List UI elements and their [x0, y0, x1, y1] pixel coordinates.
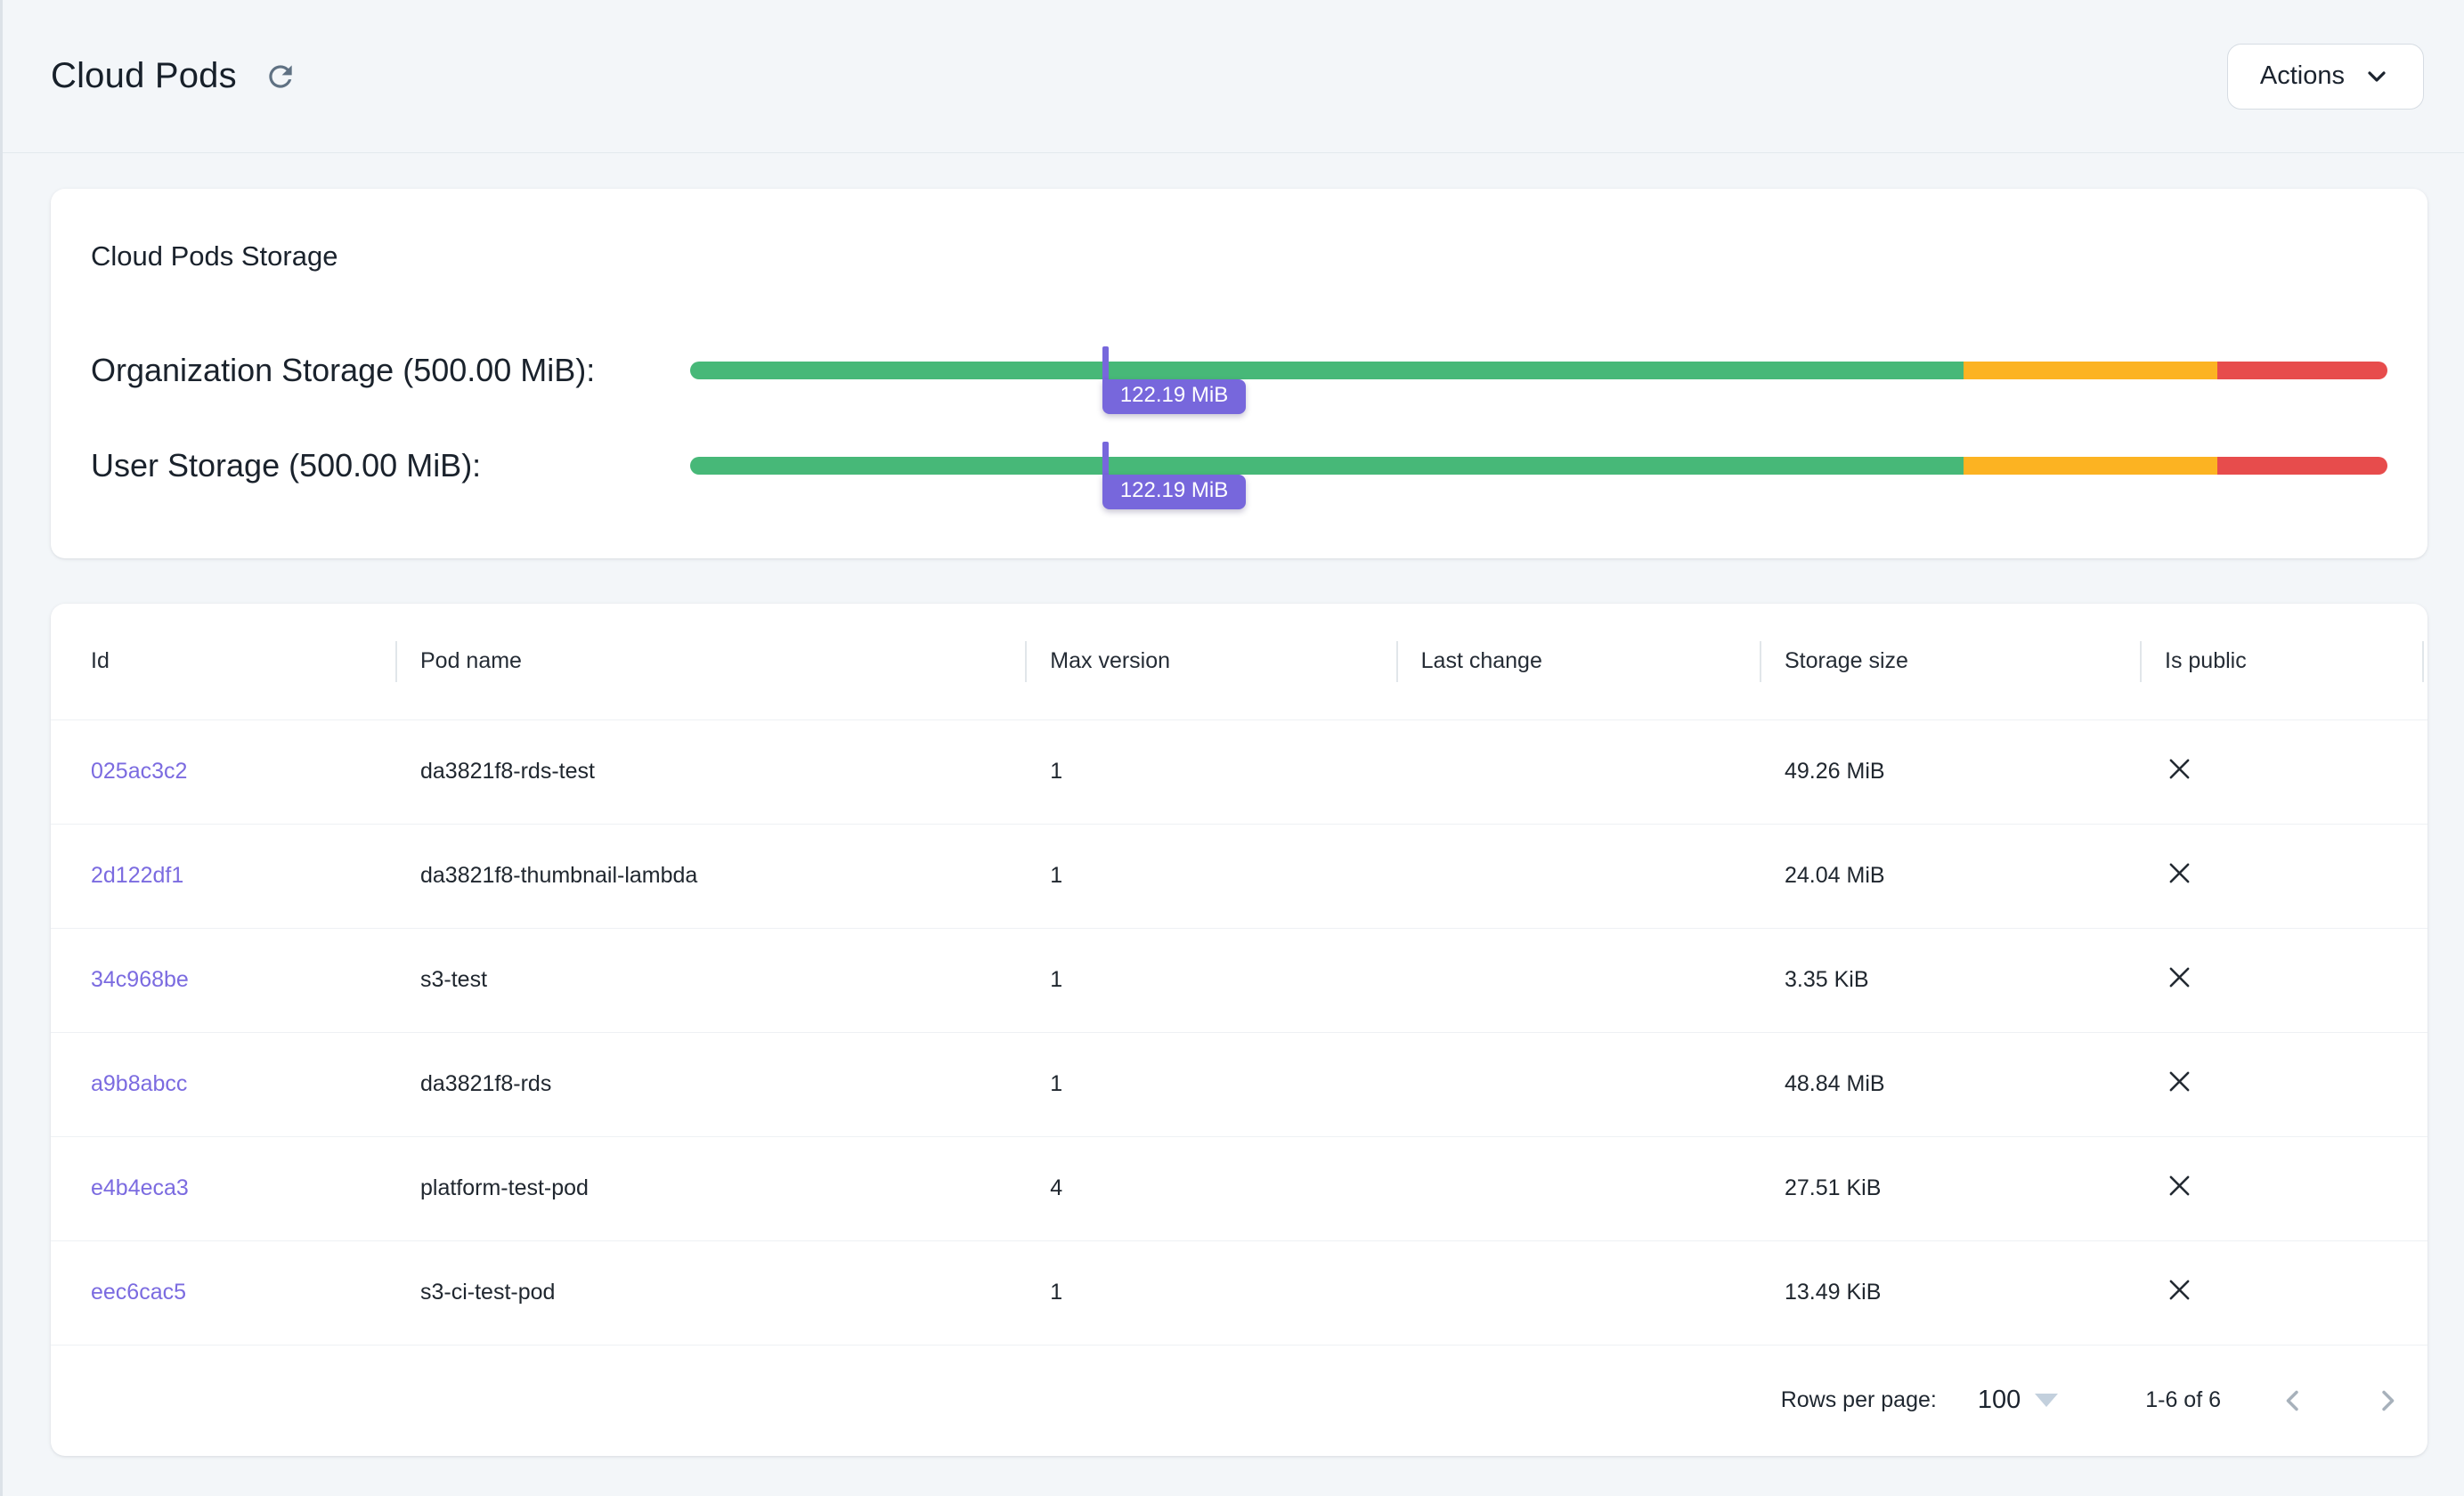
column-header-storage-size[interactable]: Storage size: [1760, 604, 2140, 720]
pod-id-link[interactable]: 34c968be: [91, 967, 189, 992]
cloud-pods-page: Cloud Pods Actions Cloud Pods Storage Or…: [0, 0, 2464, 1456]
bar-segment-amber: [1964, 457, 2218, 475]
max-version-cell: 1: [1025, 824, 1395, 928]
column-header-id[interactable]: Id: [51, 604, 395, 720]
table-row: eec6cac5 s3-ci-test-pod 1 13.49 KiB: [51, 1240, 2427, 1345]
usage-marker: [1102, 346, 1109, 382]
user-storage-bar: 122.19 MiB: [690, 457, 2387, 475]
table-body: 025ac3c2 da3821f8-rds-test 1 49.26 MiB 2…: [51, 720, 2427, 1345]
next-page-button[interactable]: [2365, 1378, 2410, 1423]
user-storage-row: User Storage (500.00 MiB): 122.19 MiB: [91, 418, 2387, 513]
max-version-cell: 1: [1025, 928, 1395, 1032]
top-bar: Cloud Pods Actions: [0, 0, 2464, 153]
chevron-left-icon: [2276, 1384, 2310, 1418]
close-x-icon: [2165, 1275, 2194, 1305]
column-header-is-public[interactable]: Is public: [2140, 604, 2427, 720]
pods-table-card: Id Pod name Max version Last change Stor…: [51, 604, 2427, 1456]
actions-button[interactable]: Actions: [2227, 44, 2424, 110]
table-row: e4b4eca3 platform-test-pod 4 27.51 KiB: [51, 1136, 2427, 1240]
storage-size-cell: 49.26 MiB: [1760, 720, 2140, 824]
storage-card-title: Cloud Pods Storage: [91, 240, 2387, 272]
last-change-cell: [1396, 824, 1760, 928]
rows-per-page-select[interactable]: 100: [1972, 1385, 2063, 1416]
last-change-cell: [1396, 1240, 1760, 1345]
page-title: Cloud Pods: [51, 56, 237, 96]
max-version-cell: 1: [1025, 720, 1395, 824]
max-version-cell: 1: [1025, 1032, 1395, 1136]
user-storage-bar-track: [690, 457, 2387, 475]
rows-per-page-value: 100: [1978, 1386, 2021, 1415]
table-header-row: Id Pod name Max version Last change Stor…: [51, 604, 2427, 720]
pod-id-link[interactable]: e4b4eca3: [91, 1175, 189, 1200]
pod-id-link[interactable]: a9b8abcc: [91, 1071, 187, 1096]
table-row: 025ac3c2 da3821f8-rds-test 1 49.26 MiB: [51, 720, 2427, 824]
is-public-cell: [2140, 1032, 2427, 1136]
pagination-row: Rows per page: 100 1-6 of 6: [51, 1345, 2427, 1456]
close-x-icon: [2165, 963, 2194, 992]
close-x-icon: [2165, 1067, 2194, 1096]
usage-marker: [1102, 442, 1109, 477]
last-change-cell: [1396, 928, 1760, 1032]
is-public-cell: [2140, 928, 2427, 1032]
pod-id-link[interactable]: 025ac3c2: [91, 759, 187, 784]
close-x-icon: [2165, 1171, 2194, 1200]
column-header-max-version[interactable]: Max version: [1025, 604, 1395, 720]
rows-per-page-label: Rows per page:: [1781, 1387, 1937, 1413]
actions-button-label: Actions: [2260, 61, 2345, 91]
pagination: Rows per page: 100 1-6 of 6: [51, 1378, 2410, 1423]
org-storage-label: Organization Storage (500.00 MiB):: [91, 352, 690, 389]
usage-marker-label: 122.19 MiB: [1102, 379, 1246, 414]
main-content: Cloud Pods Storage Organization Storage …: [0, 153, 2464, 1456]
org-storage-bar: 122.19 MiB: [690, 362, 2387, 379]
org-storage-row: Organization Storage (500.00 MiB): 122.1…: [91, 322, 2387, 418]
pod-name-cell: s3-test: [395, 928, 1025, 1032]
storage-size-cell: 24.04 MiB: [1760, 824, 2140, 928]
chevron-down-icon: [2362, 62, 2391, 91]
storage-size-cell: 27.51 KiB: [1760, 1136, 2140, 1240]
is-public-cell: [2140, 1240, 2427, 1345]
usage-marker-label: 122.19 MiB: [1102, 475, 1246, 509]
storage-size-cell: 13.49 KiB: [1760, 1240, 2140, 1345]
column-header-last-change[interactable]: Last change: [1396, 604, 1760, 720]
chevron-right-icon: [2370, 1384, 2404, 1418]
max-version-cell: 1: [1025, 1240, 1395, 1345]
bar-segment-red: [2217, 362, 2387, 379]
close-x-icon: [2165, 858, 2194, 888]
last-change-cell: [1396, 1136, 1760, 1240]
bar-segment-green: [690, 362, 1964, 379]
table-row: 2d122df1 da3821f8-thumbnail-lambda 1 24.…: [51, 824, 2427, 928]
is-public-cell: [2140, 824, 2427, 928]
table-row: 34c968be s3-test 1 3.35 KiB: [51, 928, 2427, 1032]
storage-size-cell: 3.35 KiB: [1760, 928, 2140, 1032]
org-storage-bar-track: [690, 362, 2387, 379]
dropdown-arrow-icon: [2035, 1394, 2058, 1407]
table-row: a9b8abcc da3821f8-rds 1 48.84 MiB: [51, 1032, 2427, 1136]
pod-name-cell: s3-ci-test-pod: [395, 1240, 1025, 1345]
pod-name-cell: platform-test-pod: [395, 1136, 1025, 1240]
storage-size-cell: 48.84 MiB: [1760, 1032, 2140, 1136]
pod-name-cell: da3821f8-thumbnail-lambda: [395, 824, 1025, 928]
pagination-range-label: 1-6 of 6: [2145, 1387, 2221, 1413]
last-change-cell: [1396, 1032, 1760, 1136]
previous-page-button[interactable]: [2271, 1378, 2315, 1423]
pod-name-cell: da3821f8-rds: [395, 1032, 1025, 1136]
storage-card: Cloud Pods Storage Organization Storage …: [51, 189, 2427, 558]
refresh-icon: [264, 60, 297, 94]
refresh-button[interactable]: [264, 60, 297, 94]
bar-segment-amber: [1964, 362, 2218, 379]
column-header-pod-name[interactable]: Pod name: [395, 604, 1025, 720]
last-change-cell: [1396, 720, 1760, 824]
user-storage-label: User Storage (500.00 MiB):: [91, 447, 690, 484]
max-version-cell: 4: [1025, 1136, 1395, 1240]
pods-table: Id Pod name Max version Last change Stor…: [51, 604, 2427, 1456]
is-public-cell: [2140, 720, 2427, 824]
pod-name-cell: da3821f8-rds-test: [395, 720, 1025, 824]
bar-segment-green: [690, 457, 1964, 475]
pod-id-link[interactable]: 2d122df1: [91, 863, 183, 888]
bar-segment-red: [2217, 457, 2387, 475]
close-x-icon: [2165, 754, 2194, 784]
pod-id-link[interactable]: eec6cac5: [91, 1280, 186, 1305]
is-public-cell: [2140, 1136, 2427, 1240]
